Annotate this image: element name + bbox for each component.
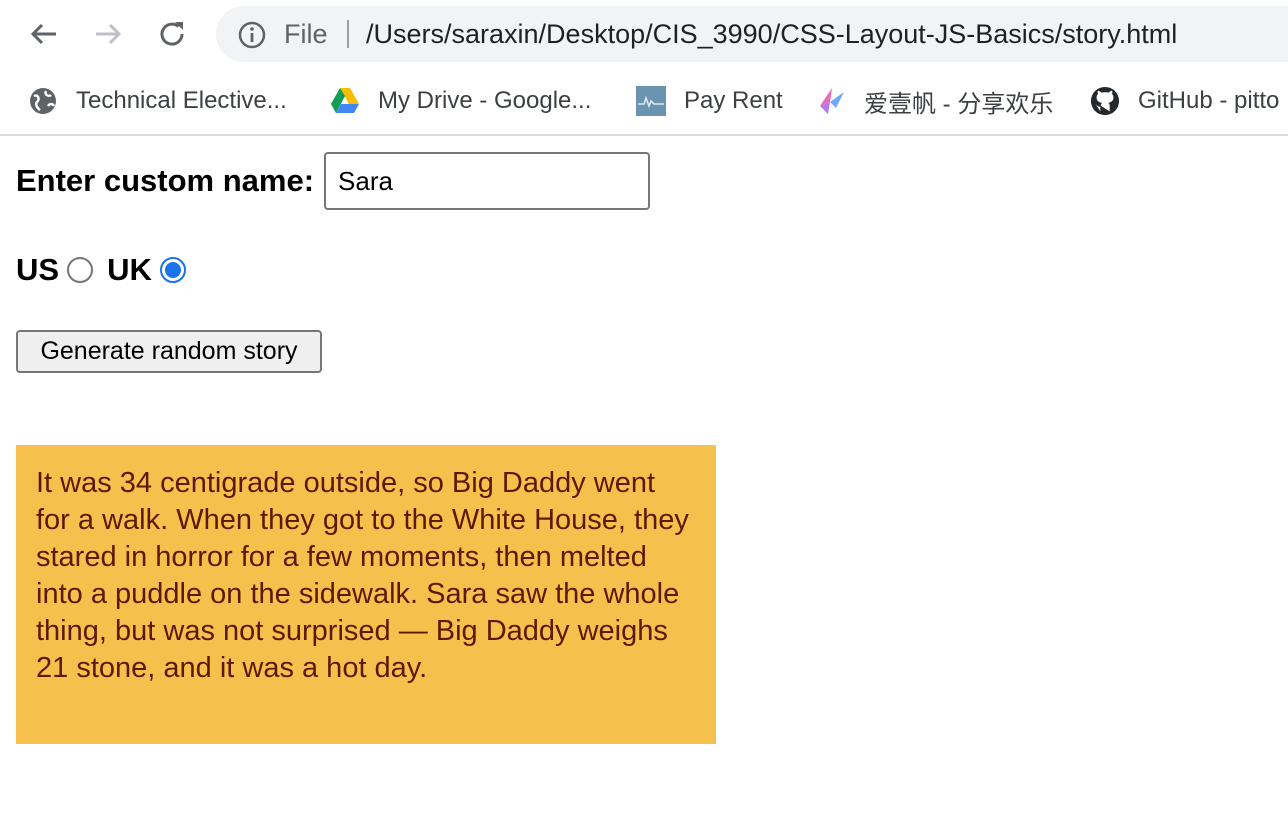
bookmark-label: Pay Rent (684, 87, 783, 114)
bookmark-my-drive[interactable]: My Drive - Google... (330, 68, 591, 134)
github-icon (1090, 86, 1120, 116)
reload-icon (160, 22, 184, 46)
bookmark-github[interactable]: GitHub - pitto (1090, 68, 1279, 134)
aiyifan-icon (816, 86, 846, 116)
page-content: Enter custom name: US UK Generate random… (0, 136, 1288, 834)
custom-name-input[interactable] (324, 152, 651, 210)
info-icon[interactable] (238, 21, 266, 49)
globe-icon (28, 86, 58, 116)
radio-us-label: US (16, 252, 60, 287)
custom-name-row: Enter custom name: (16, 152, 651, 210)
locale-radio-group: US UK (16, 250, 200, 290)
bookmark-technical-electives[interactable]: Technical Elective... (28, 68, 287, 134)
story-text: It was 34 centigrade outside, so Big Dad… (16, 445, 716, 744)
reload-button[interactable] (152, 14, 192, 54)
custom-name-label: Enter custom name: (16, 163, 315, 198)
arrow-right-icon (96, 23, 122, 45)
browser-toolbar: File /Users/saraxin/Desktop/CIS_3990/CSS… (0, 0, 1288, 68)
scheme-label: File (284, 19, 328, 49)
address-bar[interactable]: File /Users/saraxin/Desktop/CIS_3990/CSS… (216, 6, 1288, 62)
radio-uk-label: UK (107, 252, 152, 287)
back-button[interactable] (24, 14, 64, 54)
google-drive-icon (330, 86, 360, 116)
url-text[interactable]: /Users/saraxin/Desktop/CIS_3990/CSS-Layo… (366, 6, 1177, 62)
pay-rent-icon (636, 86, 666, 116)
omnibox-divider (347, 20, 349, 48)
bookmark-label: My Drive - Google... (378, 87, 592, 114)
bookmark-aiyifan[interactable]: 爱壹帆 - 分享欢乐 (816, 68, 1053, 134)
bookmark-pay-rent[interactable]: Pay Rent (636, 68, 783, 134)
bookmark-label: Technical Elective... (76, 87, 287, 114)
radio-uk[interactable] (159, 257, 186, 283)
radio-us[interactable] (67, 257, 94, 283)
bookmarks-bar: Technical Elective... My Drive - Google.… (0, 68, 1288, 136)
generate-story-button[interactable]: Generate random story (16, 330, 322, 373)
arrow-left-icon (30, 23, 56, 45)
bookmark-label: 爱壹帆 - 分享欢乐 (864, 90, 1054, 118)
bookmark-label: GitHub - pitto (1138, 87, 1280, 114)
forward-button[interactable] (88, 14, 128, 54)
